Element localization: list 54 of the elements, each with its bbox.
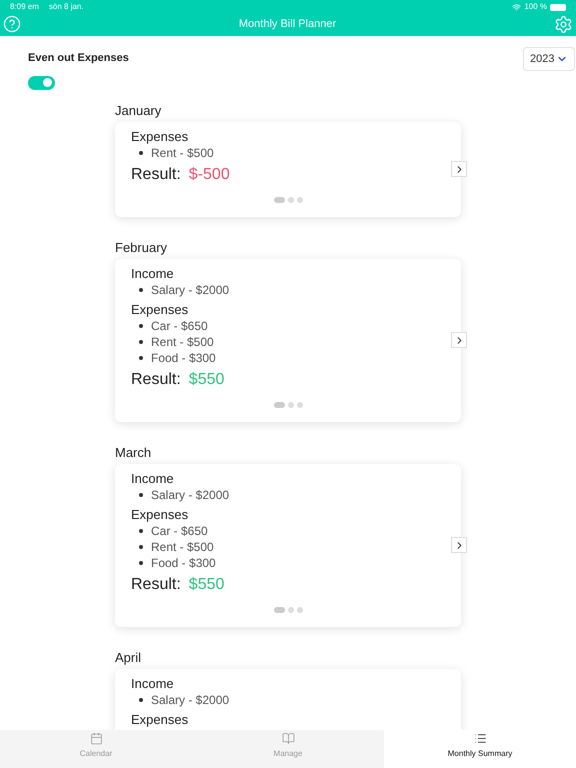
line-item: Salary - $2000 <box>151 282 230 298</box>
section-title: Expenses <box>131 302 188 318</box>
section-title: Income <box>131 470 174 486</box>
help-icon[interactable] <box>3 15 21 33</box>
line-item: Car - $650 <box>151 318 208 334</box>
section-title: Income <box>131 676 174 692</box>
result-value: $550 <box>188 574 224 594</box>
settings-icon[interactable] <box>554 14 573 34</box>
bullet-icon <box>139 340 143 344</box>
toggle-switch[interactable] <box>28 76 55 90</box>
next-button[interactable] <box>451 332 467 348</box>
book-icon <box>282 732 294 745</box>
line-item: Salary - $2000 <box>151 692 230 708</box>
month-title: February <box>115 240 168 254</box>
status-time: 8:09 em <box>10 1 39 13</box>
bullet-icon <box>139 560 143 564</box>
year-dropdown[interactable]: 2023 <box>523 47 575 71</box>
next-button[interactable] <box>451 537 467 553</box>
bullet-icon <box>139 324 143 328</box>
month-title: January <box>115 104 162 118</box>
tab[interactable]: Monthly Summary <box>384 730 576 768</box>
month-title: March <box>115 446 152 460</box>
result-label: Result: <box>131 370 181 390</box>
bullet-icon <box>139 698 143 702</box>
result-value: $-500 <box>188 164 230 184</box>
section-title: Expenses <box>131 506 188 522</box>
battery-icon <box>550 4 566 10</box>
section-title: Expenses <box>131 128 188 144</box>
wifi-icon <box>512 2 522 12</box>
next-button[interactable] <box>451 161 467 177</box>
month-title: April <box>115 650 142 664</box>
bullet-icon <box>139 544 143 548</box>
bullet-icon <box>139 528 143 532</box>
battery-level: 100 % <box>524 1 547 13</box>
result-value: $550 <box>188 370 224 390</box>
line-item: Rent - $500 <box>151 334 214 350</box>
app-title: Monthly Bill Planner <box>238 16 336 32</box>
line-item: Food - $300 <box>151 554 216 572</box>
status-date: sön 8 jan. <box>48 1 84 13</box>
section-title: Expenses <box>131 712 188 728</box>
bullet-icon <box>139 492 143 496</box>
calendar-icon <box>90 732 102 745</box>
line-item: Salary - $2000 <box>151 486 230 504</box>
toggle-label: Even out Expenses <box>28 51 129 66</box>
bullet-icon <box>139 150 143 154</box>
result-label: Result: <box>131 574 181 594</box>
result-label: Result: <box>131 164 181 184</box>
bullet-icon <box>139 288 143 292</box>
bullet-icon <box>139 356 143 360</box>
line-item: Rent - $500 <box>151 538 214 556</box>
line-item: Car - $650 <box>151 522 208 540</box>
line-item: Food - $300 <box>151 350 216 366</box>
line-item: Rent - $500 <box>151 144 214 162</box>
section-title: Income <box>131 266 174 282</box>
